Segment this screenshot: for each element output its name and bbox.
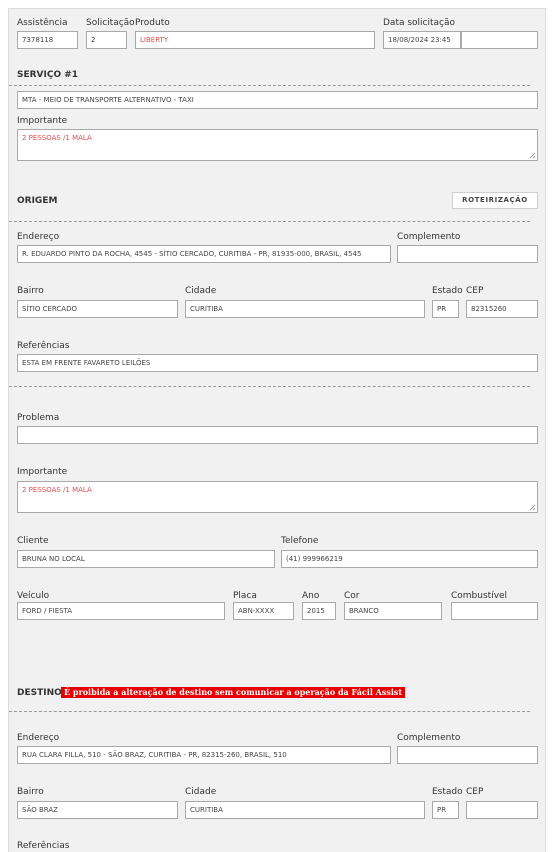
ano-field[interactable]: 2015 (302, 602, 336, 620)
origem-cidade-label: Cidade (185, 286, 217, 296)
destino-estado-label: Estado (432, 787, 463, 797)
placa-label: Placa (233, 591, 257, 601)
destino-bairro-label: Bairro (17, 787, 44, 797)
origem-cep-field[interactable]: 82315260 (466, 300, 538, 318)
detalhes-importante-textarea[interactable]: 2 PESSOAS /1 MALA (17, 481, 538, 513)
origem-cidade-field[interactable]: CURITIBA (185, 300, 425, 318)
destino-cep-label: CEP (466, 787, 484, 797)
veiculo-label: Veículo (17, 591, 50, 601)
destino-cidade-field[interactable]: CURITIBA (185, 801, 425, 819)
servico-tipo-field[interactable]: MTA - MEIO DE TRANSPORTE ALTERNATIVO - T… (17, 91, 538, 109)
destino-cidade-label: Cidade (185, 787, 217, 797)
destino-complemento-label: Complemento (397, 733, 461, 743)
destino-warning-badge: É proibida a alteração de destino sem co… (61, 687, 406, 698)
cor-field[interactable]: BRANCO (344, 602, 442, 620)
divider (9, 711, 530, 712)
combustivel-field[interactable] (451, 602, 538, 620)
servico-importante-textarea[interactable]: 2 PESSOAS /1 MALA (17, 129, 538, 161)
veiculo-field[interactable]: FORD / FIESTA (17, 602, 225, 620)
roteirizacao-button[interactable]: ROTEIRIZAÇÃO (452, 192, 538, 209)
resize-grip-icon[interactable] (528, 503, 536, 511)
origem-estado-label: Estado (432, 286, 463, 296)
problema-field[interactable] (17, 426, 538, 444)
origem-complemento-field[interactable] (397, 245, 538, 263)
origem-cep-label: CEP (466, 286, 484, 296)
origem-bairro-label: Bairro (17, 286, 44, 296)
origem-endereco-label: Endereço (17, 232, 60, 242)
destino-estado-field[interactable]: PR (432, 801, 459, 819)
destino-cep-field[interactable] (466, 801, 538, 819)
cor-label: Cor (344, 591, 360, 601)
assistencia-field[interactable]: 7378118 (17, 31, 78, 49)
destino-complemento-field[interactable] (397, 746, 538, 764)
servico-title: SERVIÇO #1 (17, 70, 79, 80)
destino-endereco-label: Endereço (17, 733, 60, 743)
assistencia-label: Assistência (17, 18, 68, 28)
produto-field[interactable]: LIBERTY (135, 31, 375, 49)
destino-title: DESTINO (17, 688, 62, 698)
origem-bairro-field[interactable]: SÍTIO CERCADO (17, 300, 178, 318)
solicitacao-field[interactable]: 2 (86, 31, 127, 49)
origem-title: ORIGEM (17, 196, 58, 206)
problema-label: Problema (17, 413, 60, 423)
destino-referencias-label: Referências (17, 841, 70, 851)
destino-bairro-field[interactable]: SÃO BRAZ (17, 801, 178, 819)
combustivel-label: Combustível (451, 591, 508, 601)
origem-complemento-label: Complemento (397, 232, 461, 242)
solicitacao-label: Solicitação (86, 18, 135, 28)
telefone-field[interactable]: (41) 999966219 (281, 550, 538, 568)
resize-grip-icon[interactable] (528, 151, 536, 159)
origem-endereco-field[interactable]: R. EDUARDO PINTO DA ROCHA, 4545 - SÍTIO … (17, 245, 391, 263)
detalhes-importante-label: Importante (17, 467, 68, 477)
cliente-field[interactable]: BRUNA NO LOCAL (17, 550, 275, 568)
origem-referencias-field[interactable]: ESTA EM FRENTE FAVARETO LEILÕES (17, 354, 538, 372)
servico-importante-text: 2 PESSOAS /1 MALA (22, 134, 92, 142)
data-solicitacao-field[interactable]: 18/08/2024 23:45 (383, 31, 461, 49)
divider (9, 221, 530, 222)
cliente-label: Cliente (17, 536, 49, 546)
data-solicitacao-label: Data solicitação (383, 18, 456, 28)
divider (9, 85, 530, 86)
ano-label: Ano (302, 591, 320, 601)
telefone-label: Telefone (281, 536, 319, 546)
data-solicitacao-extra-field[interactable] (461, 31, 538, 49)
servico-importante-label: Importante (17, 116, 68, 126)
destino-endereco-field[interactable]: RUA CLARA FILLA, 510 - SÃO BRAZ, CURITIB… (17, 746, 391, 764)
placa-field[interactable]: ABN-XXXX (233, 602, 294, 620)
detalhes-importante-text: 2 PESSOAS /1 MALA (22, 486, 92, 494)
origem-referencias-label: Referências (17, 341, 70, 351)
origem-estado-field[interactable]: PR (432, 300, 459, 318)
divider (9, 386, 530, 387)
produto-label: Produto (135, 18, 170, 28)
